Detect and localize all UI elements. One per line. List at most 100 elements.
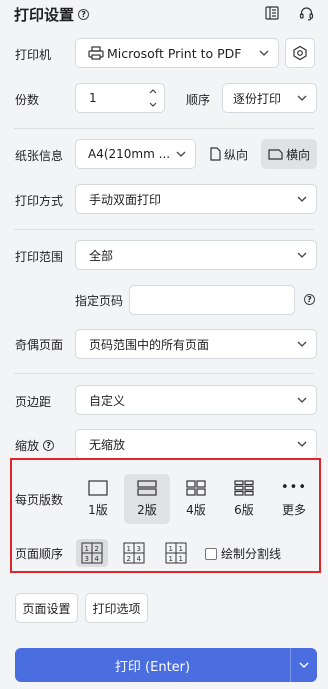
per-page-option-6[interactable]: 6版 [224,474,264,524]
copies-stepper[interactable]: 1 [75,83,165,113]
order-digit: 2 [95,545,99,553]
page-order-repeat[interactable]: 11 11 [160,539,192,567]
six-page-icon [234,480,254,496]
order-value: 逐份打印 [233,91,282,106]
divider [14,128,314,129]
odd-even-value: 页码范围中的所有页面 [89,337,210,352]
two-page-icon [137,480,157,496]
more-icon: ••• [280,480,307,495]
zoom-label-wrap: 缩放 ? [15,437,55,454]
draw-lines-checkbox[interactable] [205,547,217,560]
margin-label: 页边距 [15,395,52,409]
stepper-down-icon[interactable] [149,102,157,108]
chevron-down-icon [297,95,307,101]
zoom-select[interactable]: 无缩放 [75,429,317,459]
chevron-down-icon [297,341,307,347]
page-order-label: 页面顺序 [15,547,64,561]
print-mode-label: 打印方式 [15,194,64,208]
print-range-select[interactable]: 全部 [75,240,317,270]
per-page-option-label: 6版 [234,503,254,517]
chevron-down-icon [297,196,307,202]
order-digit: 1 [85,545,89,553]
portrait-label: 纵向 [223,147,248,162]
order-digit: 4 [95,555,100,563]
print-mode-value: 手动双面打印 [89,192,162,207]
per-page-option-label: 2版 [137,503,157,517]
order-digit: 1 [169,555,173,563]
print-options-button[interactable]: 打印选项 [85,593,148,623]
order-digit: 1 [127,545,131,553]
chevron-down-icon [259,50,269,56]
margin-value: 自定义 [89,393,126,408]
order-horizontal-icon: 12 34 [81,542,103,564]
margin-select[interactable]: 自定义 [75,385,317,415]
order-select[interactable]: 逐份打印 [222,83,317,113]
chevron-down-icon [297,252,307,258]
per-page-option-label: 1版 [88,503,108,517]
page-order-horizontal[interactable]: 12 34 [76,539,108,567]
order-label: 顺序 [186,93,211,107]
print-button-group: 打印 (Enter) [15,648,317,682]
per-page-option-label: 更多 [281,503,306,517]
pages-label: 指定页码 [75,294,124,308]
page-setup-button[interactable]: 页面设置 [15,593,78,623]
order-digit: 1 [179,555,183,563]
layout-icon[interactable] [264,5,280,21]
print-range-value: 全部 [89,248,114,263]
per-page-option-2[interactable]: 2版 [124,474,170,524]
order-digit: 1 [169,545,173,553]
order-digit: 3 [137,545,141,553]
printer-value: Microsoft Print to PDF [107,45,242,61]
one-page-icon [88,480,108,496]
pages-input[interactable] [129,285,295,315]
print-mode-select[interactable]: 手动双面打印 [75,184,317,214]
headset-icon[interactable] [298,5,314,21]
divider [14,229,314,230]
pages-help-icon[interactable]: ? [304,294,315,305]
copies-label: 份数 [15,93,40,107]
per-page-option-1[interactable]: 1版 [78,474,118,524]
per-page-option-more[interactable]: ••• 更多 [274,474,314,524]
printer-settings-button[interactable] [285,38,315,68]
order-digit: 3 [85,555,89,563]
order-digit: 4 [137,555,142,563]
page-title: 打印设置 ? [14,4,90,25]
per-page-option-4[interactable]: 4版 [176,474,216,524]
order-vertical-icon: 13 24 [123,542,145,564]
portrait-button[interactable]: 纵向 [203,139,255,169]
divider [14,373,314,374]
printer-icon [88,46,104,60]
help-icon[interactable]: ? [78,9,90,20]
zoom-value: 无缩放 [89,437,126,452]
title-text: 打印设置 [14,6,75,24]
hexagon-settings-icon [293,45,307,61]
chevron-down-icon [176,151,186,157]
order-digit: 1 [179,545,183,553]
chevron-down-icon [297,397,307,403]
printer-label: 打印机 [15,48,52,62]
paper-label: 纸张信息 [15,149,64,163]
order-repeat-icon: 11 11 [165,542,187,564]
odd-even-label: 奇偶页面 [15,338,64,352]
chevron-down-icon [299,662,309,668]
zoom-help-icon[interactable]: ? [43,440,55,451]
print-button[interactable]: 打印 (Enter) [15,656,290,675]
per-page-label: 每页版数 [15,493,64,507]
chevron-down-icon [297,441,307,447]
odd-even-select[interactable]: 页码范围中的所有页面 [75,329,317,359]
copies-value: 1 [89,91,97,105]
per-page-option-label: 4版 [186,503,206,517]
stepper-up-icon[interactable] [149,88,157,94]
print-dropdown-button[interactable] [291,660,317,670]
portrait-page-icon [210,147,221,161]
page-order-vertical[interactable]: 13 24 [118,539,150,567]
printer-select[interactable]: Microsoft Print to PDF [75,38,279,68]
print-range-label: 打印范围 [15,250,64,264]
draw-lines-option[interactable]: 绘制分割线 [205,545,281,562]
landscape-page-icon [268,148,283,160]
landscape-button[interactable]: 横向 [261,139,317,169]
paper-select[interactable]: A4(210mm ... [75,139,196,169]
draw-lines-label: 绘制分割线 [221,547,282,561]
landscape-label: 横向 [285,147,310,162]
order-digit: 2 [127,555,131,563]
